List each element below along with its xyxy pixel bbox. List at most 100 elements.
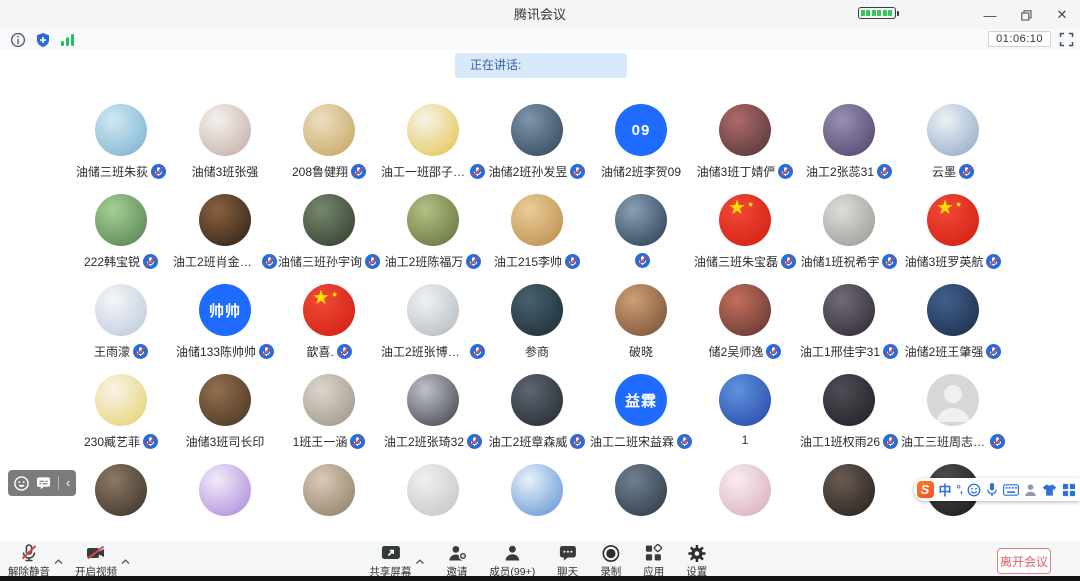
participant-tile[interactable]: 油工215李帅 xyxy=(485,194,589,284)
ime-toolbox-icon[interactable] xyxy=(1062,483,1076,497)
participant-tile[interactable]: 油储三班孙宇询 xyxy=(277,194,381,284)
participant-tile[interactable]: 油工2班陈福万 xyxy=(381,194,485,284)
ime-language-toggle[interactable]: 中 xyxy=(939,480,952,499)
participant-tile[interactable]: 1 xyxy=(693,374,797,464)
muted-mic-icon xyxy=(990,434,1005,449)
participant-name-row: 油工1班权雨26 xyxy=(800,433,898,450)
avatar xyxy=(823,464,875,516)
participant-tile[interactable]: 益霖 油工二班宋益霖 xyxy=(589,374,693,464)
participant-tile[interactable]: 208鲁健翔 xyxy=(277,104,381,194)
participant-tile[interactable]: 油储3班张强 xyxy=(173,104,277,194)
participant-tile[interactable]: 油工2班张博伦20 xyxy=(381,284,485,374)
minimize-button[interactable]: — xyxy=(972,0,1008,30)
ime-voice-icon[interactable] xyxy=(986,482,998,497)
participant-tile[interactable]: 油工2班章森威 xyxy=(485,374,589,464)
security-shield-icon[interactable] xyxy=(35,32,51,48)
reaction-float-toolbar: ‹ xyxy=(8,470,76,496)
ime-punctuation-toggle[interactable]: °, xyxy=(957,484,962,496)
ime-account-icon[interactable] xyxy=(1024,483,1037,497)
ime-emoji-icon[interactable] xyxy=(967,483,981,497)
participant-tile[interactable]: 油储3班司长印 xyxy=(173,374,277,464)
participant-tile[interactable]: 油工1邢佳宇31 xyxy=(797,284,901,374)
statusbar: 01:06:10 xyxy=(0,30,1080,50)
collapse-chevron[interactable]: ‹ xyxy=(66,470,70,496)
participant-name: 208鲁健翔 xyxy=(292,163,348,180)
participant-tile[interactable] xyxy=(589,194,693,284)
participant-tile[interactable]: 破晓 xyxy=(589,284,693,374)
participant-tile[interactable]: 储2吴师逸 xyxy=(693,284,797,374)
participant-tile[interactable]: ★★ 歆喜. xyxy=(277,284,381,374)
restore-button[interactable] xyxy=(1008,0,1044,30)
avatar xyxy=(511,194,563,246)
share-options-chevron[interactable] xyxy=(415,552,424,579)
participant-name: 云墨 xyxy=(932,163,956,180)
participant-tile[interactable]: 油储2班王肇强 xyxy=(901,284,1005,374)
participant-tile[interactable]: 王雨濛 xyxy=(69,284,173,374)
avatar xyxy=(407,464,459,516)
avatar xyxy=(303,374,355,426)
settings-button[interactable]: 设置 xyxy=(686,543,707,579)
participant-tile[interactable]: 油工1班权雨26 xyxy=(797,374,901,464)
participant-tile[interactable]: 油储3班丁婧俨 xyxy=(693,104,797,194)
settings-gear-icon xyxy=(687,544,706,563)
participant-tile[interactable]: 油储1班祝希宇 xyxy=(797,194,901,284)
start-video-button[interactable]: 开启视频 xyxy=(75,543,117,579)
participant-tile[interactable]: 油储三班朱荻 xyxy=(69,104,173,194)
participant-tile[interactable]: 油储2班孙发昱 xyxy=(485,104,589,194)
participant-tile[interactable]: 222韩宝锐 xyxy=(69,194,173,284)
meeting-info-icon[interactable] xyxy=(10,32,26,48)
avatar xyxy=(823,104,875,156)
participant-name: 油工1班权雨26 xyxy=(800,433,880,450)
participant-tile[interactable]: ★★ 油储三班朱宝磊 xyxy=(693,194,797,284)
invite-button[interactable]: 邀请 xyxy=(446,543,467,579)
emoji-reaction-icon[interactable] xyxy=(14,476,29,491)
unmute-button[interactable]: 解除静音 xyxy=(8,543,50,579)
avatar xyxy=(407,104,459,156)
network-signal-icon[interactable] xyxy=(60,33,76,47)
muted-mic-icon xyxy=(883,434,898,449)
record-button[interactable]: 录制 xyxy=(600,543,621,579)
caption-chat-icon[interactable] xyxy=(36,476,51,490)
ime-keyboard-icon[interactable] xyxy=(1003,484,1019,496)
participant-name-row: 油储1班祝希宇 xyxy=(801,253,898,270)
participant-tile[interactable]: 230臧艺菲 xyxy=(69,374,173,464)
participant-tile[interactable]: 云墨 xyxy=(901,104,1005,194)
participant-tile[interactable]: 油工2张蕊31 xyxy=(797,104,901,194)
ime-skin-icon[interactable] xyxy=(1042,483,1057,497)
participant-tile[interactable]: 油工2班肖金亮14 xyxy=(173,194,277,284)
leave-meeting-button[interactable]: 离开会议 xyxy=(997,548,1051,574)
muted-mic-icon xyxy=(778,164,793,179)
mic-options-chevron[interactable] xyxy=(54,552,63,570)
fullscreen-icon[interactable] xyxy=(1059,32,1074,47)
participant-tile[interactable]: 油工三班周志鹏13 xyxy=(901,374,1005,464)
chat-button[interactable]: 聊天 xyxy=(557,543,578,579)
muted-mic-icon xyxy=(350,434,365,449)
toolbar-divider xyxy=(58,476,59,490)
participant-tile[interactable]: ★★ 油储3班罗英航 xyxy=(901,194,1005,284)
sogou-logo-icon[interactable]: S xyxy=(917,481,934,498)
avatar xyxy=(511,374,563,426)
avatar xyxy=(303,104,355,156)
participant-tile[interactable]: 1班王一涵 xyxy=(277,374,381,464)
participant-tile[interactable]: 09 油储2班李贺09 xyxy=(589,104,693,194)
participant-name: 参商 xyxy=(525,343,549,360)
muted-mic-icon xyxy=(337,344,352,359)
video-options-chevron[interactable] xyxy=(121,552,130,570)
apps-button[interactable]: 应用 xyxy=(643,543,664,579)
muted-mic-icon xyxy=(883,344,898,359)
muted-mic-icon xyxy=(470,344,485,359)
participant-tile[interactable]: 油工2班张琦32 xyxy=(381,374,485,464)
close-button[interactable]: ✕ xyxy=(1044,0,1080,30)
participant-name: 油储3班丁婧俨 xyxy=(697,163,776,180)
participant-name-row: 王雨濛 xyxy=(94,343,148,360)
participant-tile[interactable]: 参商 xyxy=(485,284,589,374)
muted-mic-icon xyxy=(986,254,1001,269)
participant-tile[interactable]: 帅帅 油储133陈帅帅 xyxy=(173,284,277,374)
members-button[interactable]: 成员(99+) xyxy=(489,543,535,579)
participant-tile[interactable]: 油工一班邵子涵07 xyxy=(381,104,485,194)
share-screen-button[interactable]: 共享屏幕 xyxy=(369,543,411,579)
participant-name-row: 云墨 xyxy=(932,163,974,180)
avatar xyxy=(303,194,355,246)
participant-name: 油储2班王肇强 xyxy=(905,343,984,360)
participant-name: 油储2班孙发昱 xyxy=(489,163,568,180)
